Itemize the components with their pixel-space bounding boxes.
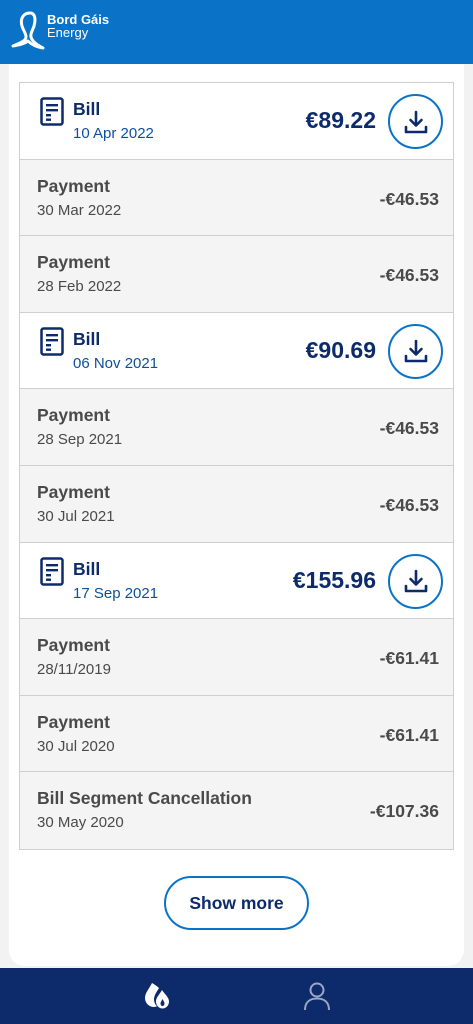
bill-document-icon: [40, 327, 64, 356]
transaction-date: 30 Jul 2021: [37, 507, 115, 525]
transaction-amount: €89.22: [305, 107, 376, 133]
transaction-label: Payment: [37, 481, 110, 502]
transaction-date: 30 Mar 2022: [37, 201, 122, 219]
payment-row[interactable]: Payment 28 Sep 2021 -€46.53: [20, 389, 453, 466]
download-bill-button[interactable]: [388, 553, 443, 609]
transaction-amount: -€46.53: [379, 494, 439, 515]
bill-row[interactable]: Bill 17 Sep 2021 €155.96: [20, 542, 453, 620]
download-bill-button[interactable]: [388, 323, 443, 379]
show-more-button[interactable]: Show more: [164, 876, 309, 930]
transaction-amount: €155.96: [292, 566, 376, 593]
transaction-date: 10 Apr 2022: [73, 125, 154, 142]
transaction-label: Payment: [37, 635, 110, 656]
transaction-label: Bill: [73, 328, 101, 349]
transaction-amount: -€46.53: [379, 265, 439, 286]
transaction-label: Bill: [73, 558, 101, 579]
transaction-amount: -€61.41: [379, 724, 439, 745]
energy-drop-icon[interactable]: [141, 980, 173, 1012]
transaction-date: 30 Jul 2020: [37, 737, 115, 755]
brand-flame-icon: [11, 11, 45, 50]
app-header: Bord Gáis Energy: [0, 0, 473, 64]
transaction-label: Bill Segment Cancellation: [37, 788, 252, 809]
transaction-date: 28/11/2019: [37, 661, 111, 679]
transaction-amount: €90.69: [305, 336, 376, 363]
payment-row[interactable]: Payment 28/11/2019 -€61.41: [20, 619, 453, 696]
brand-logo[interactable]: Bord Gáis Energy: [10, 10, 120, 54]
bottom-nav: [0, 968, 473, 1024]
payment-row[interactable]: Payment 30 Jul 2020 -€61.41: [20, 695, 453, 773]
download-icon: [404, 339, 427, 363]
brand-name-line2: Energy: [47, 25, 89, 40]
account-person-icon[interactable]: [301, 980, 333, 1012]
transaction-amount: -€46.53: [379, 418, 439, 439]
transactions-card: Bill 10 Apr 2022 €89.22 Payment 30 Mar 2…: [9, 64, 464, 966]
download-icon: [404, 569, 427, 593]
download-icon: [404, 110, 427, 133]
transactions-list: Bill 10 Apr 2022 €89.22 Payment 30 Mar 2…: [19, 82, 454, 850]
transaction-label: Payment: [37, 711, 110, 732]
payment-row[interactable]: Bill Segment Cancellation 30 May 2020 -€…: [20, 772, 453, 849]
transaction-date: 06 Nov 2021: [73, 354, 159, 372]
bill-document-icon: [40, 556, 64, 586]
bill-row[interactable]: Bill 06 Nov 2021 €90.69: [20, 312, 453, 390]
payment-row[interactable]: Payment 28 Feb 2022 -€46.53: [20, 236, 453, 313]
transaction-label: Payment: [37, 175, 110, 196]
payment-row[interactable]: Payment 30 Jul 2021 -€46.53: [20, 465, 453, 543]
transaction-date: 28 Sep 2021: [37, 431, 123, 449]
payment-row[interactable]: Payment 30 Mar 2022 -€46.53: [20, 159, 453, 237]
transaction-amount: -€107.36: [369, 801, 439, 822]
bill-row[interactable]: Bill 10 Apr 2022 €89.22: [20, 83, 453, 160]
transaction-date: 28 Feb 2022: [37, 278, 122, 296]
bill-document-icon: [40, 97, 64, 126]
download-bill-button[interactable]: [388, 94, 443, 149]
transaction-label: Bill: [73, 99, 101, 119]
transaction-date: 17 Sep 2021: [73, 584, 159, 602]
transaction-label: Payment: [37, 252, 110, 273]
transaction-date: 30 May 2020: [37, 814, 124, 832]
transaction-amount: -€46.53: [379, 188, 439, 209]
transaction-amount: -€61.41: [379, 648, 439, 669]
transaction-label: Payment: [37, 405, 110, 426]
